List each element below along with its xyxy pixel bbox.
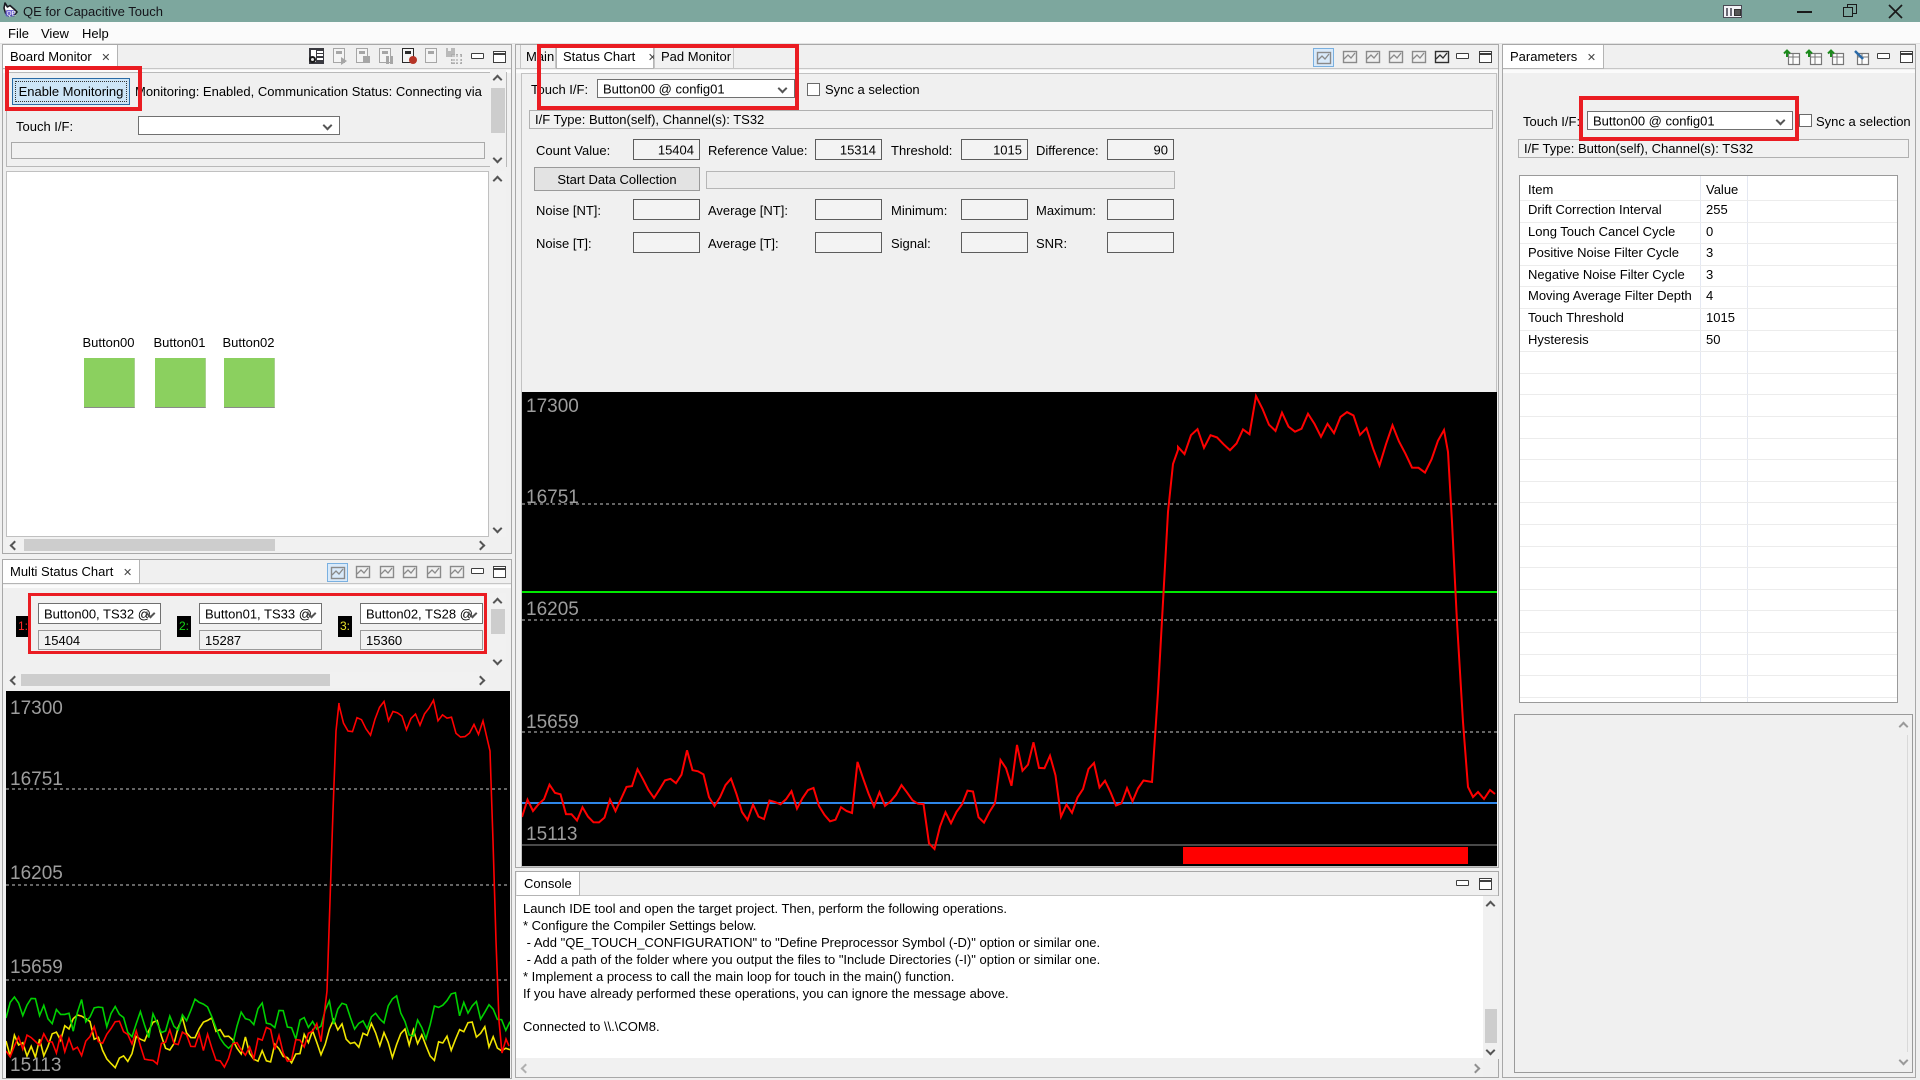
svg-text:QE: QE: [7, 11, 17, 18]
